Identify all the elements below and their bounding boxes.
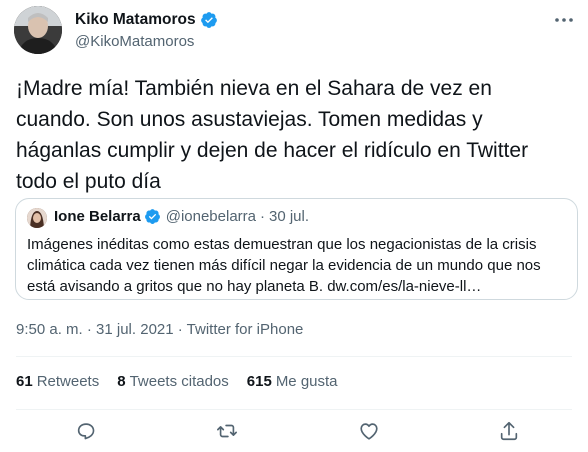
likes-stat[interactable]: 615 Me gusta [247,373,338,390]
reply-icon [75,420,97,447]
quotes-stat[interactable]: 8 Tweets citados [117,373,229,390]
tweet-detail: Kiko Matamoros @KikoMatamoros ¡Madre mía… [0,0,588,452]
quoted-header: Ione Belarra @ionebelarra · 30 jul. [54,208,309,225]
action-bar [0,418,588,448]
author-handle[interactable]: @KikoMatamoros [75,33,194,50]
tweet-meta[interactable]: 9:50 a. m. · 31 jul. 2021 · Twitter for … [16,321,303,338]
quoted-text: Imágenes inéditas como estas demuestran … [27,236,541,295]
quoted-date: 30 jul. [269,208,310,225]
retweet-button[interactable] [212,418,242,448]
quoted-display-name: Ione Belarra [54,208,141,225]
tweet-text: ¡Madre mía! También nieva en el Sahara d… [16,77,529,193]
author-name-row: Kiko Matamoros [75,11,218,29]
verified-badge-icon [200,11,218,29]
retweets-label: Retweets [36,373,100,390]
quoted-handle: @ionebelarra [165,208,256,225]
likes-label: Me gusta [275,373,338,390]
quoted-tweet[interactable]: Ione Belarra @ionebelarra · 30 jul. Imág… [15,198,578,300]
share-icon [498,420,520,447]
author-display-name[interactable]: Kiko Matamoros [75,11,196,29]
divider [16,356,572,357]
like-icon [358,420,380,447]
like-button[interactable] [354,418,384,448]
share-button[interactable] [494,418,524,448]
divider [16,409,572,410]
engagement-stats: 61 Retweets 8 Tweets citados 615 Me gusta [16,373,356,390]
reply-button[interactable] [71,418,101,448]
quotes-count: 8 [117,373,126,390]
more-icon[interactable] [553,11,575,29]
retweets-count: 61 [16,373,33,390]
quoted-author-avatar [27,208,47,228]
likes-count: 615 [246,373,272,390]
quoted-separator: · [260,208,265,225]
author-avatar[interactable] [14,6,62,54]
quoted-verified-badge-icon [144,208,161,225]
retweet-icon [216,420,238,447]
retweets-stat[interactable]: 61 Retweets [16,373,99,390]
quotes-label: Tweets citados [129,373,229,390]
